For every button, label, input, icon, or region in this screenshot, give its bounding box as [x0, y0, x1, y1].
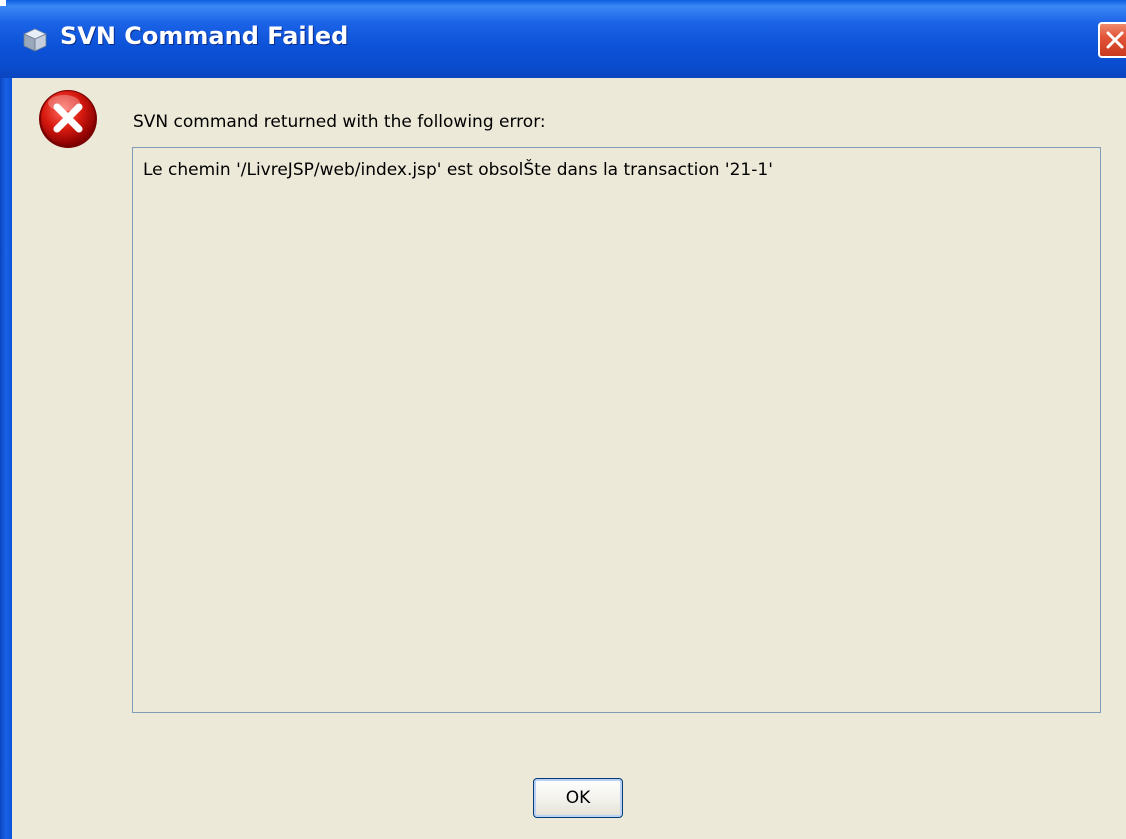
svn-cube-icon [23, 28, 47, 52]
close-button[interactable] [1098, 22, 1126, 58]
dialog-window: SVN Command Failed SVN command returned … [0, 0, 1126, 839]
error-detail-text: Le chemin '/LivreJSP/web/index.jsp' est … [143, 160, 773, 180]
ok-button[interactable]: OK [533, 778, 623, 818]
titlebar-corner [0, 0, 6, 6]
error-detail-area[interactable]: Le chemin '/LivreJSP/web/index.jsp' est … [132, 147, 1101, 713]
close-icon [1106, 31, 1124, 49]
window-left-border [0, 78, 12, 839]
window-title: SVN Command Failed [60, 22, 349, 50]
error-icon [39, 90, 97, 148]
title-bar[interactable]: SVN Command Failed [0, 0, 1126, 78]
error-message: SVN command returned with the following … [133, 112, 546, 132]
